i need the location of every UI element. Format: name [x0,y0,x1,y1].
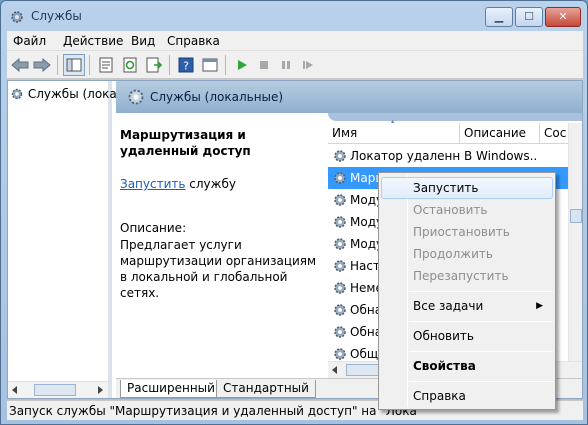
service-title: Маршрутизация и удаленный доступ [120,128,251,158]
menu-file[interactable]: Файл [13,34,46,48]
tree-item-label: Службы (локал [27,87,125,101]
restart-service-icon[interactable] [297,54,319,76]
panel-banner: Службы (локальные) [116,81,582,113]
tab-extended[interactable]: Расширенный [120,380,222,398]
window-title: Службы [31,9,82,23]
forward-arrow-icon[interactable] [31,54,53,76]
vertical-scrollbar[interactable] [568,123,582,361]
menu-action[interactable]: Действие [63,34,123,48]
context-properties[interactable]: Свойства [381,355,553,377]
tree-item-services-local[interactable]: Службы (локал [10,87,124,104]
context-restart[interactable]: Перезапустить [381,265,553,287]
column-header-name[interactable]: Имя [328,123,460,143]
service-name: Локатор удаленн... [350,149,460,163]
services-gear-icon [128,89,144,105]
context-pause[interactable]: Приостановить [381,221,553,243]
svg-text:?: ? [183,60,189,73]
show-hide-console-tree-icon[interactable] [63,54,85,76]
list-header-band [328,113,582,121]
help-icon[interactable]: ? [175,54,197,76]
console-tree: Службы (локал [8,81,124,398]
start-service-link[interactable]: Запустить [120,177,185,191]
context-stop[interactable]: Остановить [381,199,553,221]
minimize-button[interactable]: ▁ [485,7,513,27]
menu-bar: Файл Действие Вид Справка [7,31,583,51]
context-all-tasks[interactable]: Все задачи ▶ [381,295,553,317]
services-gear-icon [11,11,23,23]
banner-title: Службы (локальные) [150,90,284,104]
window-view-icon[interactable] [199,54,221,76]
description-pane: Маршрутизация и удаленный доступ Запусти… [116,113,328,378]
context-refresh[interactable]: Обновить [381,325,553,347]
back-arrow-icon[interactable] [9,54,31,76]
tree-horizontal-scrollbar[interactable] [8,381,108,398]
toolbar: ? [7,51,583,79]
maximize-button[interactable]: ☐ [515,7,543,27]
context-help[interactable]: Справка [381,385,553,407]
context-resume[interactable]: Продолжить [381,243,553,265]
close-button[interactable]: ✕ [545,7,581,27]
refresh-icon[interactable] [119,54,141,76]
export-list-icon[interactable] [143,54,165,76]
description-label: Описание: [120,221,187,235]
service-row[interactable]: Локатор удаленн... В Windows... [328,145,568,167]
menu-view[interactable]: Вид [131,34,155,48]
context-start[interactable]: Запустить [381,177,553,199]
service-description: В Windows... [464,149,538,163]
column-header-status[interactable]: Сос [540,123,568,143]
tab-standard[interactable]: Стандартный [216,380,316,398]
context-menu: Запустить Остановить Приостановить Продо… [378,172,556,410]
properties-list-icon[interactable] [95,54,117,76]
description-text: Предлагает услуги маршрутизации организа… [120,238,317,300]
pause-service-icon[interactable] [275,54,297,76]
start-link-suffix: службу [185,177,236,191]
services-gear-icon [10,87,24,104]
start-link-row: Запустить службу [120,177,236,191]
title-bar[interactable]: Службы ▁ ☐ ✕ [1,1,587,31]
context-all-tasks-label: Все задачи [413,299,484,313]
submenu-arrow-icon: ▶ [536,301,543,311]
menu-help[interactable]: Справка [167,34,220,48]
start-service-icon[interactable] [231,54,253,76]
column-header-description[interactable]: Описание [460,123,540,143]
stop-service-icon[interactable] [253,54,275,76]
vertical-scroll-thumb[interactable] [570,209,582,223]
